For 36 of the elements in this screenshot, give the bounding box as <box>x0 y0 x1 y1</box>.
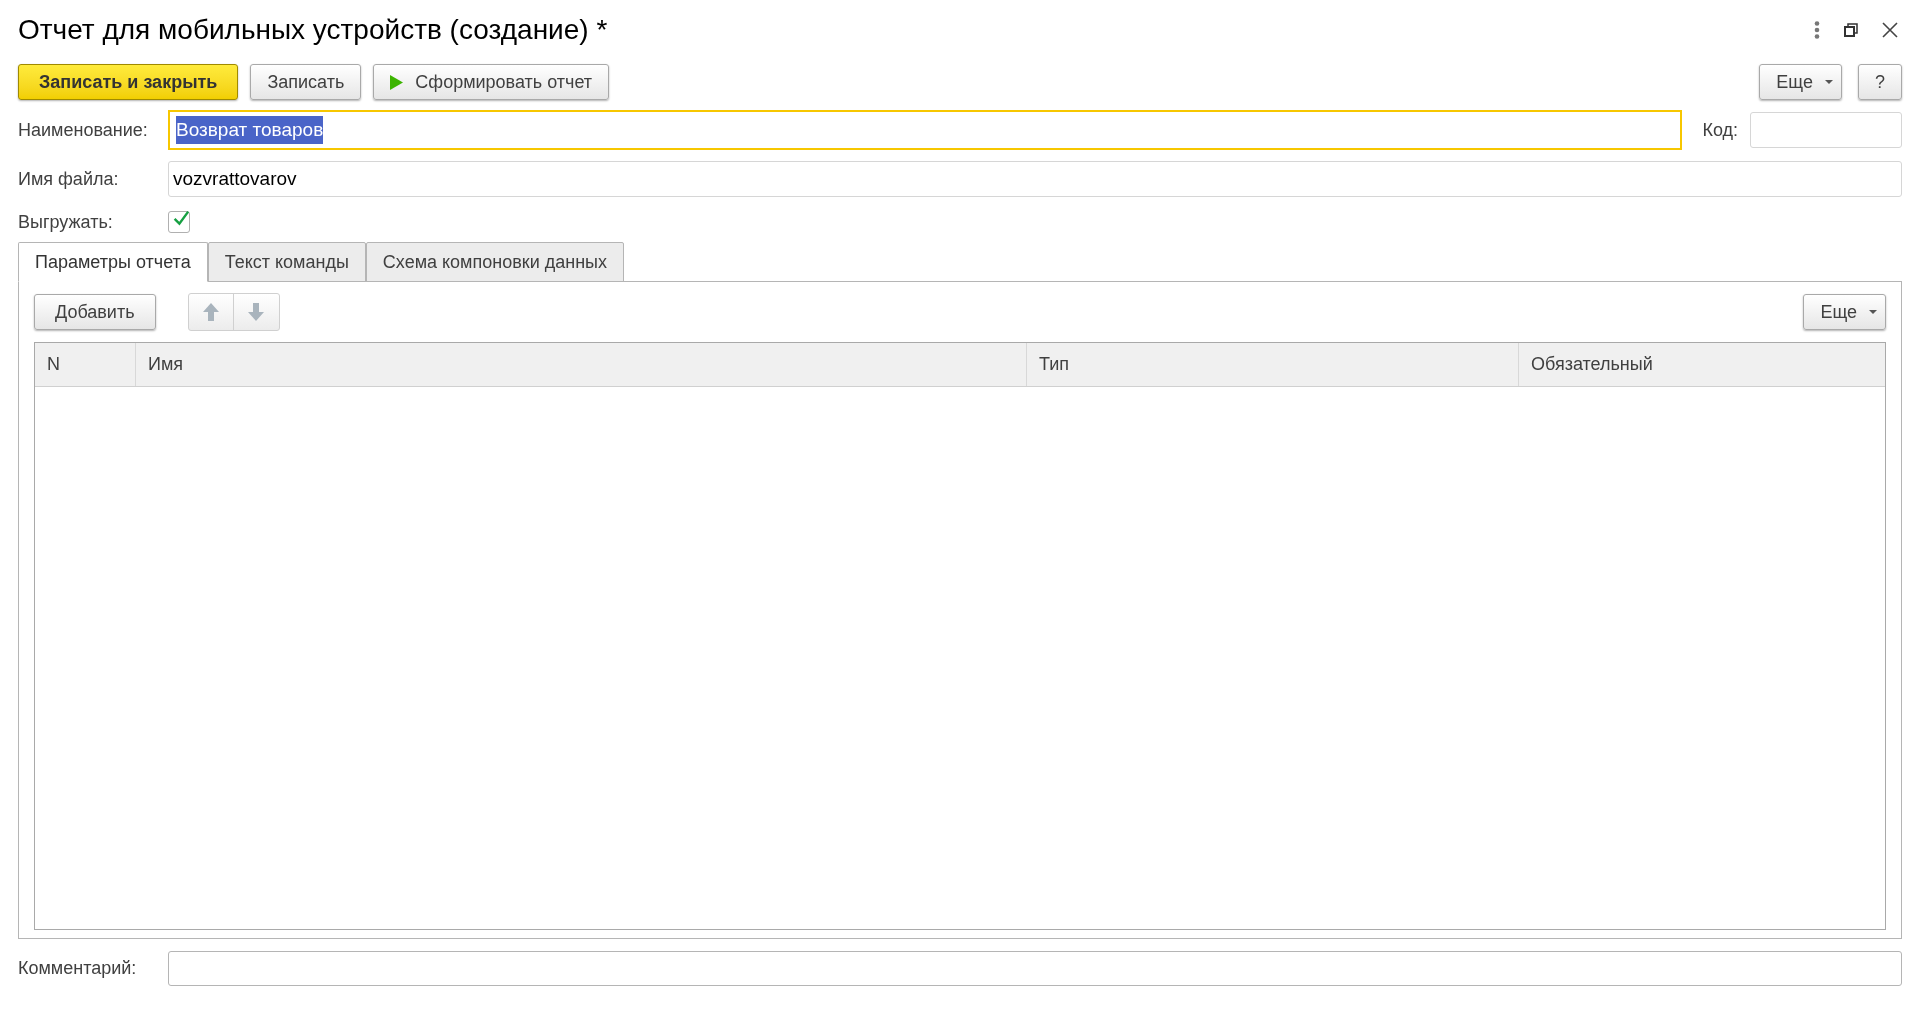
field-value: Возврат товаров <box>176 115 324 145</box>
save-and-close-button[interactable]: Записать и закрыть <box>18 64 239 100</box>
field-label: Имя файла: <box>18 167 120 191</box>
more-menu-icon[interactable] <box>1814 21 1820 39</box>
arrow-up-icon <box>202 303 219 321</box>
name-field[interactable]: Возврат товаров <box>168 110 1683 150</box>
more-button[interactable]: Еще <box>1803 294 1886 330</box>
save-button[interactable]: Записать <box>250 64 362 100</box>
field-label: Выгружать: <box>18 210 114 234</box>
close-icon[interactable] <box>1882 22 1898 38</box>
field-label: Комментарий: <box>18 956 138 980</box>
arrow-down-icon <box>248 303 265 321</box>
caret-icon <box>1869 310 1877 314</box>
code-field[interactable] <box>1750 112 1902 148</box>
tab[interactable]: Схема компоновки данных <box>365 242 625 282</box>
tab[interactable]: Параметры отчета <box>18 242 208 282</box>
column-header[interactable]: Тип <box>1026 343 1518 386</box>
export-checkbox[interactable] <box>168 211 190 233</box>
caret-icon <box>1825 80 1833 84</box>
field-label: Наименование: <box>18 118 149 142</box>
checkmark-icon <box>173 208 189 228</box>
comment-field[interactable] <box>168 950 1902 986</box>
column-header[interactable]: Обязательный <box>1518 343 1885 386</box>
tab[interactable]: Текст команды <box>207 242 366 282</box>
play-icon <box>390 74 404 90</box>
field-label: Код: <box>1702 118 1738 142</box>
help-button[interactable]: ? <box>1858 64 1902 100</box>
field-value: vozvrattovarov <box>173 166 297 191</box>
add-button[interactable]: Добавить <box>34 294 156 330</box>
column-header[interactable]: N <box>35 343 135 386</box>
file-name-field[interactable]: vozvrattovarov <box>168 161 1902 197</box>
generate-report-button[interactable]: Сформировать отчет <box>373 64 610 100</box>
column-header[interactable]: Имя <box>135 343 1026 386</box>
restore-window-icon[interactable] <box>1844 23 1858 37</box>
more-button[interactable]: Еще <box>1759 64 1842 100</box>
window-title: Отчет для мобильных устройств (создание) * <box>18 13 609 47</box>
